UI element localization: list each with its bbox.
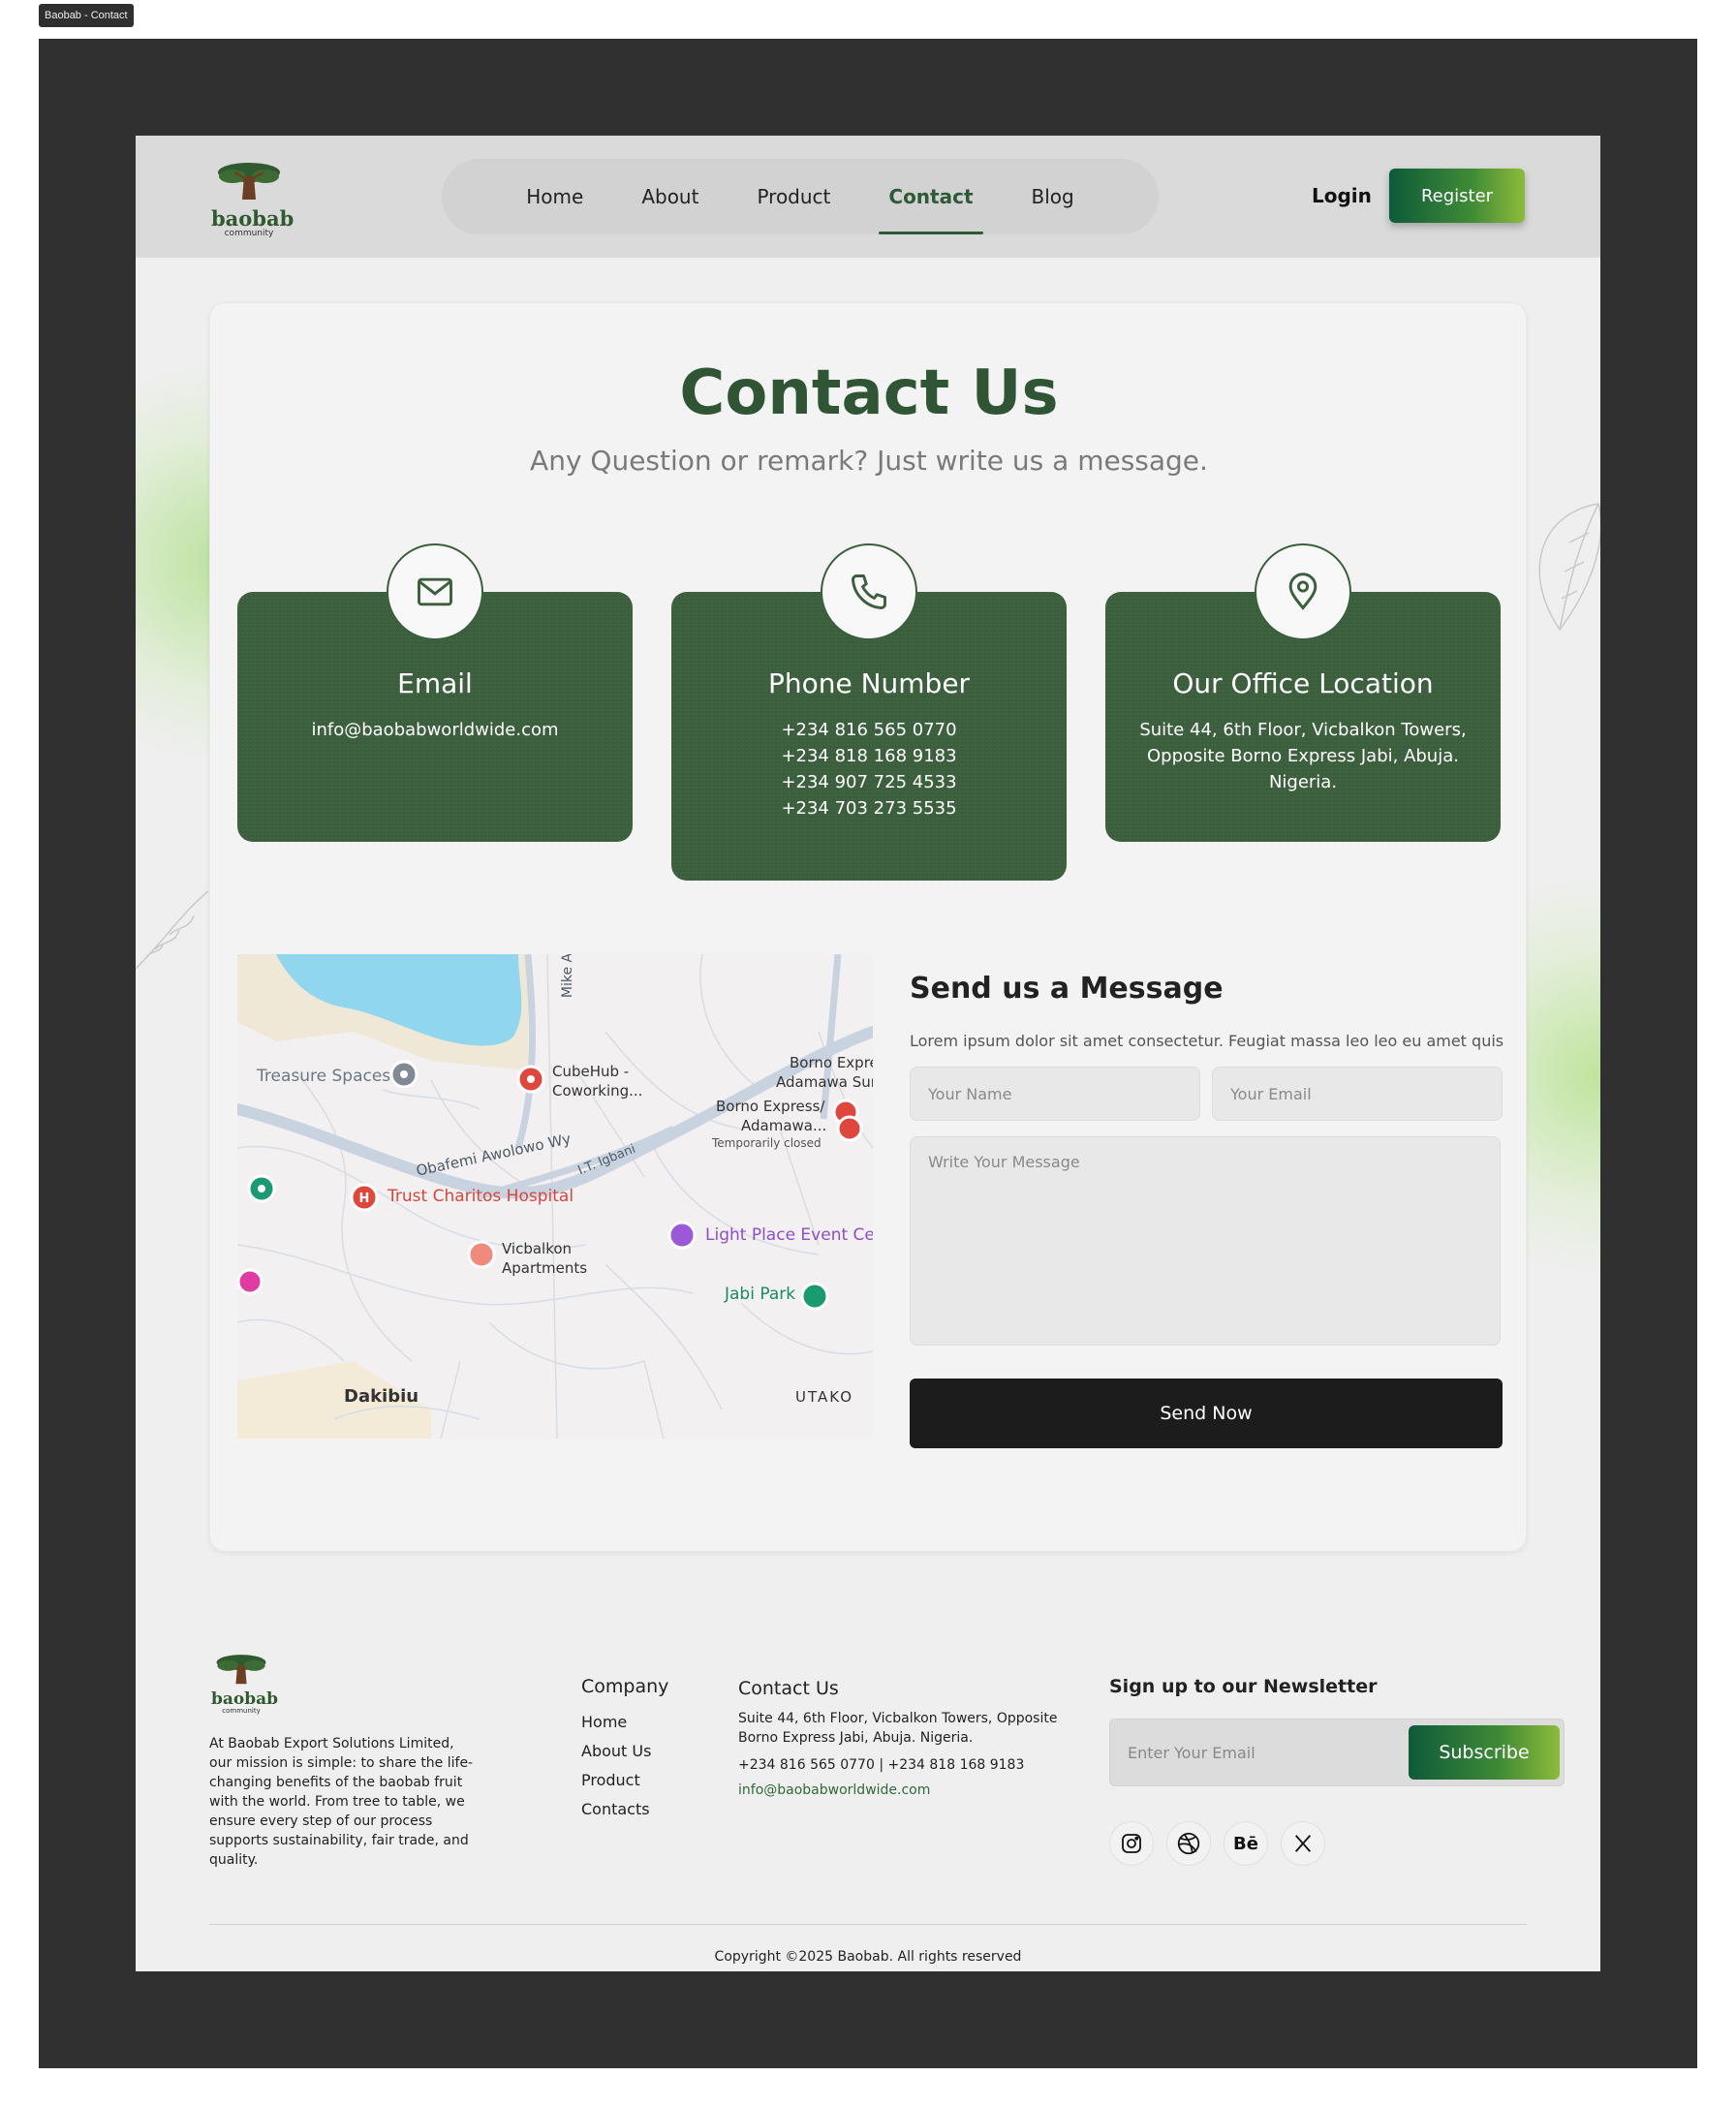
frame-tag: Baobab - Contact	[39, 4, 134, 27]
subscribe-button[interactable]: Subscribe	[1409, 1725, 1560, 1780]
office-line: Suite 44, 6th Floor, Vicbalkon Towers,	[1139, 720, 1467, 740]
office-card-title: Our Office Location	[1172, 667, 1434, 699]
footer-link-contacts[interactable]: Contacts	[581, 1800, 650, 1818]
email-icon-circle	[387, 543, 483, 640]
footer-company-heading: Company	[581, 1676, 669, 1697]
location-map[interactable]: H Treasure Spaces CubeHub - Coworking...…	[237, 954, 873, 1439]
dribbble-icon[interactable]	[1166, 1821, 1211, 1866]
nav-blog[interactable]: Blog	[1032, 159, 1074, 234]
map-label: CubeHub -	[552, 1063, 630, 1080]
email-input[interactable]	[1212, 1067, 1503, 1121]
behance-icon[interactable]: Bē	[1224, 1821, 1268, 1866]
map-label: UTAKO	[795, 1388, 854, 1406]
map-label: Treasure Spaces	[257, 1067, 391, 1086]
map-label: Apartments	[502, 1259, 588, 1277]
contact-page: baobab community Home About Product Cont…	[136, 136, 1600, 1971]
leaf-sketch-icon	[136, 890, 209, 970]
map-label: Dakibiu	[344, 1386, 419, 1407]
footer-about-text: At Baobab Export Solutions Limited, our …	[209, 1736, 474, 1868]
map-label: Borno Expre	[790, 1054, 873, 1071]
phone-icon-circle	[821, 543, 917, 640]
map-label: Vicbalkon	[502, 1240, 573, 1257]
phone-line[interactable]: +234 818 168 9183	[671, 743, 1067, 769]
map-label: Temporarily closed	[712, 1136, 822, 1150]
newsletter-form: Subscribe	[1109, 1719, 1565, 1786]
nav-home[interactable]: Home	[526, 159, 583, 234]
message-textarea[interactable]	[910, 1136, 1501, 1346]
newsletter-email-input[interactable]	[1110, 1720, 1401, 1785]
location-icon-circle	[1255, 543, 1351, 640]
phone-line[interactable]: +234 816 565 0770	[671, 717, 1067, 743]
map-label: Trust Charitos Hospital	[388, 1187, 574, 1206]
register-button[interactable]: Register	[1389, 169, 1525, 223]
phone-card-title: Phone Number	[767, 667, 971, 699]
logo-wordmark: baobab	[211, 206, 294, 231]
map-label: Adamawa...	[741, 1117, 827, 1134]
footer-divider	[209, 1924, 1527, 1925]
nav-contact[interactable]: Contact	[879, 159, 983, 234]
map-label: Coworking...	[552, 1082, 643, 1100]
login-link[interactable]: Login	[1312, 184, 1372, 207]
site-header: baobab community Home About Product Cont…	[136, 136, 1600, 258]
name-input[interactable]	[910, 1067, 1200, 1121]
email-card-value[interactable]: info@baobabworldwide.com	[237, 717, 633, 743]
copyright-text: Copyright ©2025 Baobab. All rights reser…	[714, 1949, 1022, 1965]
phone-line[interactable]: +234 907 725 4533	[671, 769, 1067, 795]
office-line: Opposite Borno Express Jabi, Abuja.	[1147, 746, 1459, 766]
svg-text:H: H	[359, 1192, 370, 1206]
nav-about[interactable]: About	[641, 159, 698, 234]
office-card: Our Office Location Suite 44, 6th Floor,…	[1105, 543, 1501, 842]
phone-icon	[852, 574, 886, 609]
footer-link-product[interactable]: Product	[581, 1771, 640, 1789]
footer-contact-address: Suite 44, 6th Floor, Vicbalkon Towers, O…	[738, 1711, 1058, 1746]
office-line: Nigeria.	[1268, 772, 1338, 792]
page-subtitle: Any Question or remark? Just write us a …	[530, 445, 1208, 477]
footer-link-home[interactable]: Home	[581, 1713, 627, 1731]
map-label: Light Place Event Cen	[705, 1225, 873, 1245]
phone-card: Phone Number +234 816 565 0770 +234 818 …	[671, 543, 1067, 881]
phone-line[interactable]: +234 703 273 5535	[671, 795, 1067, 821]
x-icon[interactable]	[1281, 1821, 1325, 1866]
nav-product[interactable]: Product	[757, 159, 830, 234]
map-label: Adamawa Sur	[776, 1073, 873, 1091]
map-label: Mike A	[560, 954, 576, 999]
email-card-title: Email	[397, 667, 473, 699]
footer-contact-phones: +234 816 565 0770 | +234 818 168 9183	[738, 1757, 1025, 1773]
footer-logo-wordmark: baobab	[211, 1689, 279, 1709]
location-pin-icon	[1288, 573, 1318, 610]
form-title: Send us a Message	[910, 972, 1224, 1006]
map-label: Jabi Park	[725, 1285, 796, 1304]
canvas-frame: baobab community Home About Product Cont…	[39, 39, 1697, 2068]
behance-icon-glyph: Bē	[1233, 1833, 1258, 1854]
brand-logo[interactable]: baobab community	[211, 161, 294, 238]
contact-card: Contact Us Any Question or remark? Just …	[209, 302, 1527, 1552]
footer-logo[interactable]: baobab community	[211, 1653, 279, 1715]
footer-link-about[interactable]: About Us	[581, 1742, 651, 1760]
mail-icon	[418, 577, 452, 606]
form-description: Lorem ipsum dolor sit amet consectetur. …	[910, 1032, 1504, 1050]
footer-contact-heading: Contact Us	[738, 1678, 839, 1699]
baobab-tree-icon	[218, 163, 280, 200]
email-card: Email info@baobabworldwide.com	[237, 543, 633, 842]
send-now-button[interactable]: Send Now	[910, 1379, 1503, 1448]
main-nav: Home About Product Contact Blog	[442, 159, 1159, 234]
footer-contact-email[interactable]: info@baobabworldwide.com	[738, 1782, 930, 1798]
baobab-tree-icon	[216, 1655, 266, 1685]
page-title: Contact Us	[679, 357, 1059, 429]
map-label: Borno Express/	[716, 1098, 825, 1115]
instagram-icon[interactable]	[1109, 1821, 1154, 1866]
newsletter-heading: Sign up to our Newsletter	[1109, 1676, 1378, 1697]
